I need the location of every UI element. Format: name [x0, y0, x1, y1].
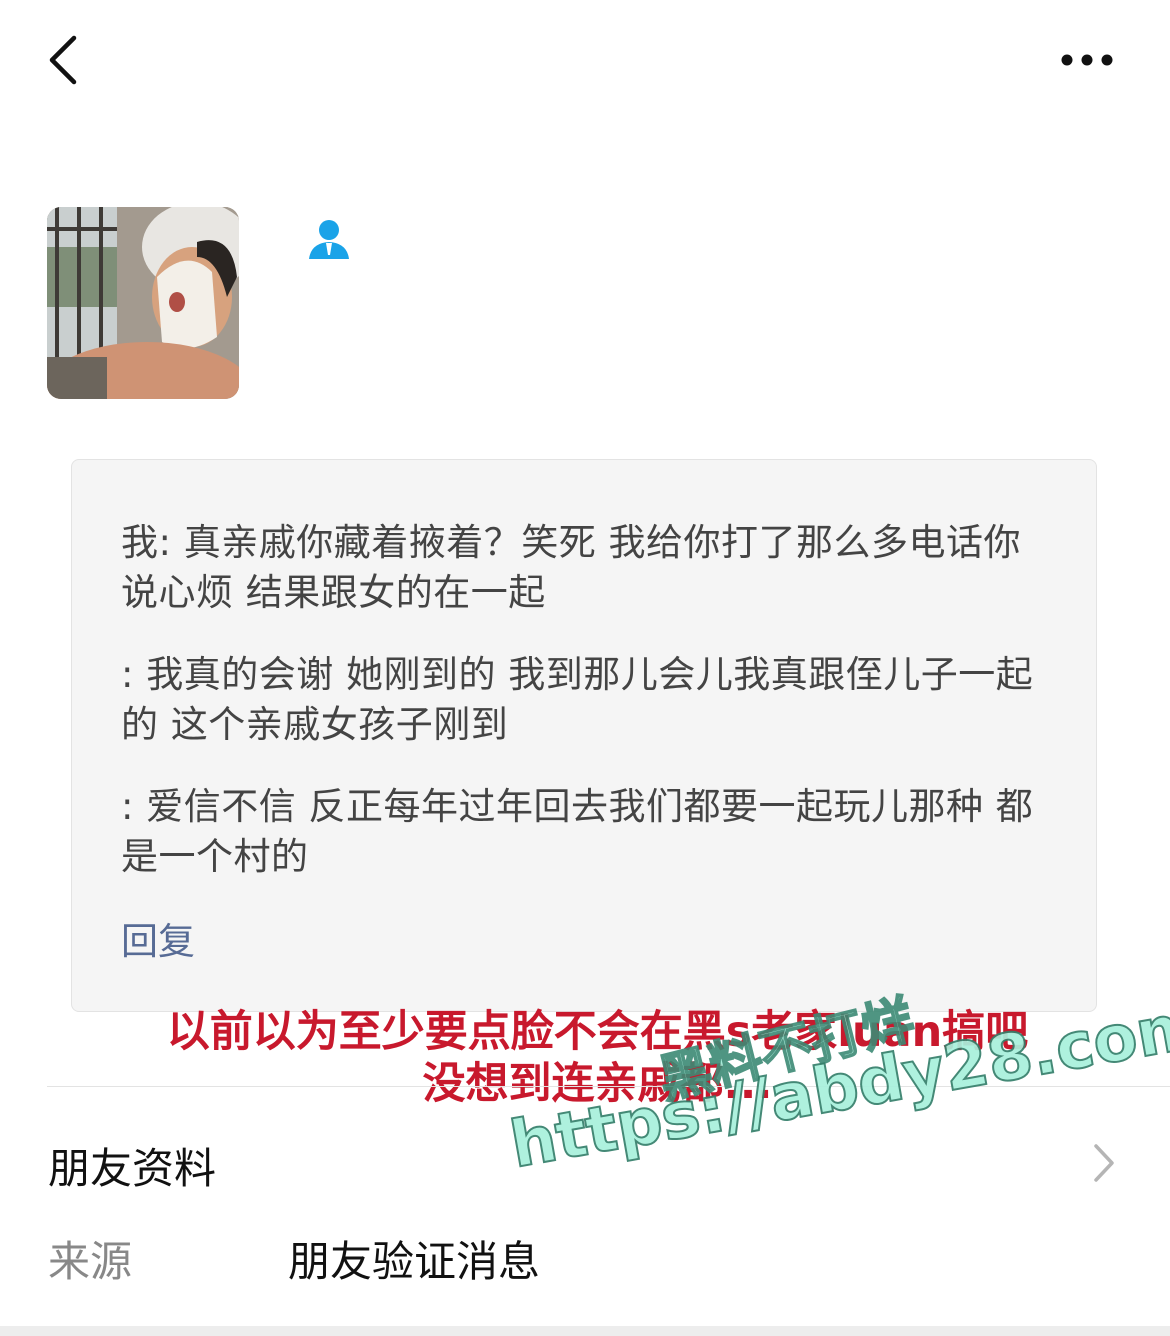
friend-profile-label: 朋友资料: [48, 1144, 217, 1193]
avatar[interactable]: [47, 207, 239, 399]
source-value: 朋友验证消息: [288, 1237, 541, 1286]
back-button[interactable]: [40, 30, 90, 90]
message-line: : 我真的会谢 她刚到的 我到那儿会儿我真跟侄儿子一起的 这个亲戚女孩子刚到: [121, 653, 1034, 746]
avatar-photo: [47, 207, 239, 399]
contact-type-icon: [305, 215, 353, 263]
ellipsis-icon: [1061, 54, 1113, 66]
bottom-bar: [0, 1326, 1170, 1336]
verification-message-card: 我: 真亲戚你藏着掖着？笑死 我给你打了那么多电话你说心烦 结果跟女的在一起 :…: [71, 459, 1097, 1012]
chevron-right-icon: [1088, 1140, 1118, 1186]
person-icon: [309, 220, 349, 259]
message-line: 我: 真亲戚你藏着掖着？笑死 我给你打了那么多电话你说心烦 结果跟女的在一起: [121, 521, 1021, 614]
source-label: 来源: [48, 1237, 133, 1286]
reply-link[interactable]: 回复: [121, 917, 195, 967]
chevron-left-icon: [49, 35, 77, 85]
more-options-button[interactable]: [1052, 40, 1122, 80]
message-line: : 爱信不信 反正每年过年回去我们都要一起玩儿那种 都是一个村的: [121, 785, 1034, 878]
